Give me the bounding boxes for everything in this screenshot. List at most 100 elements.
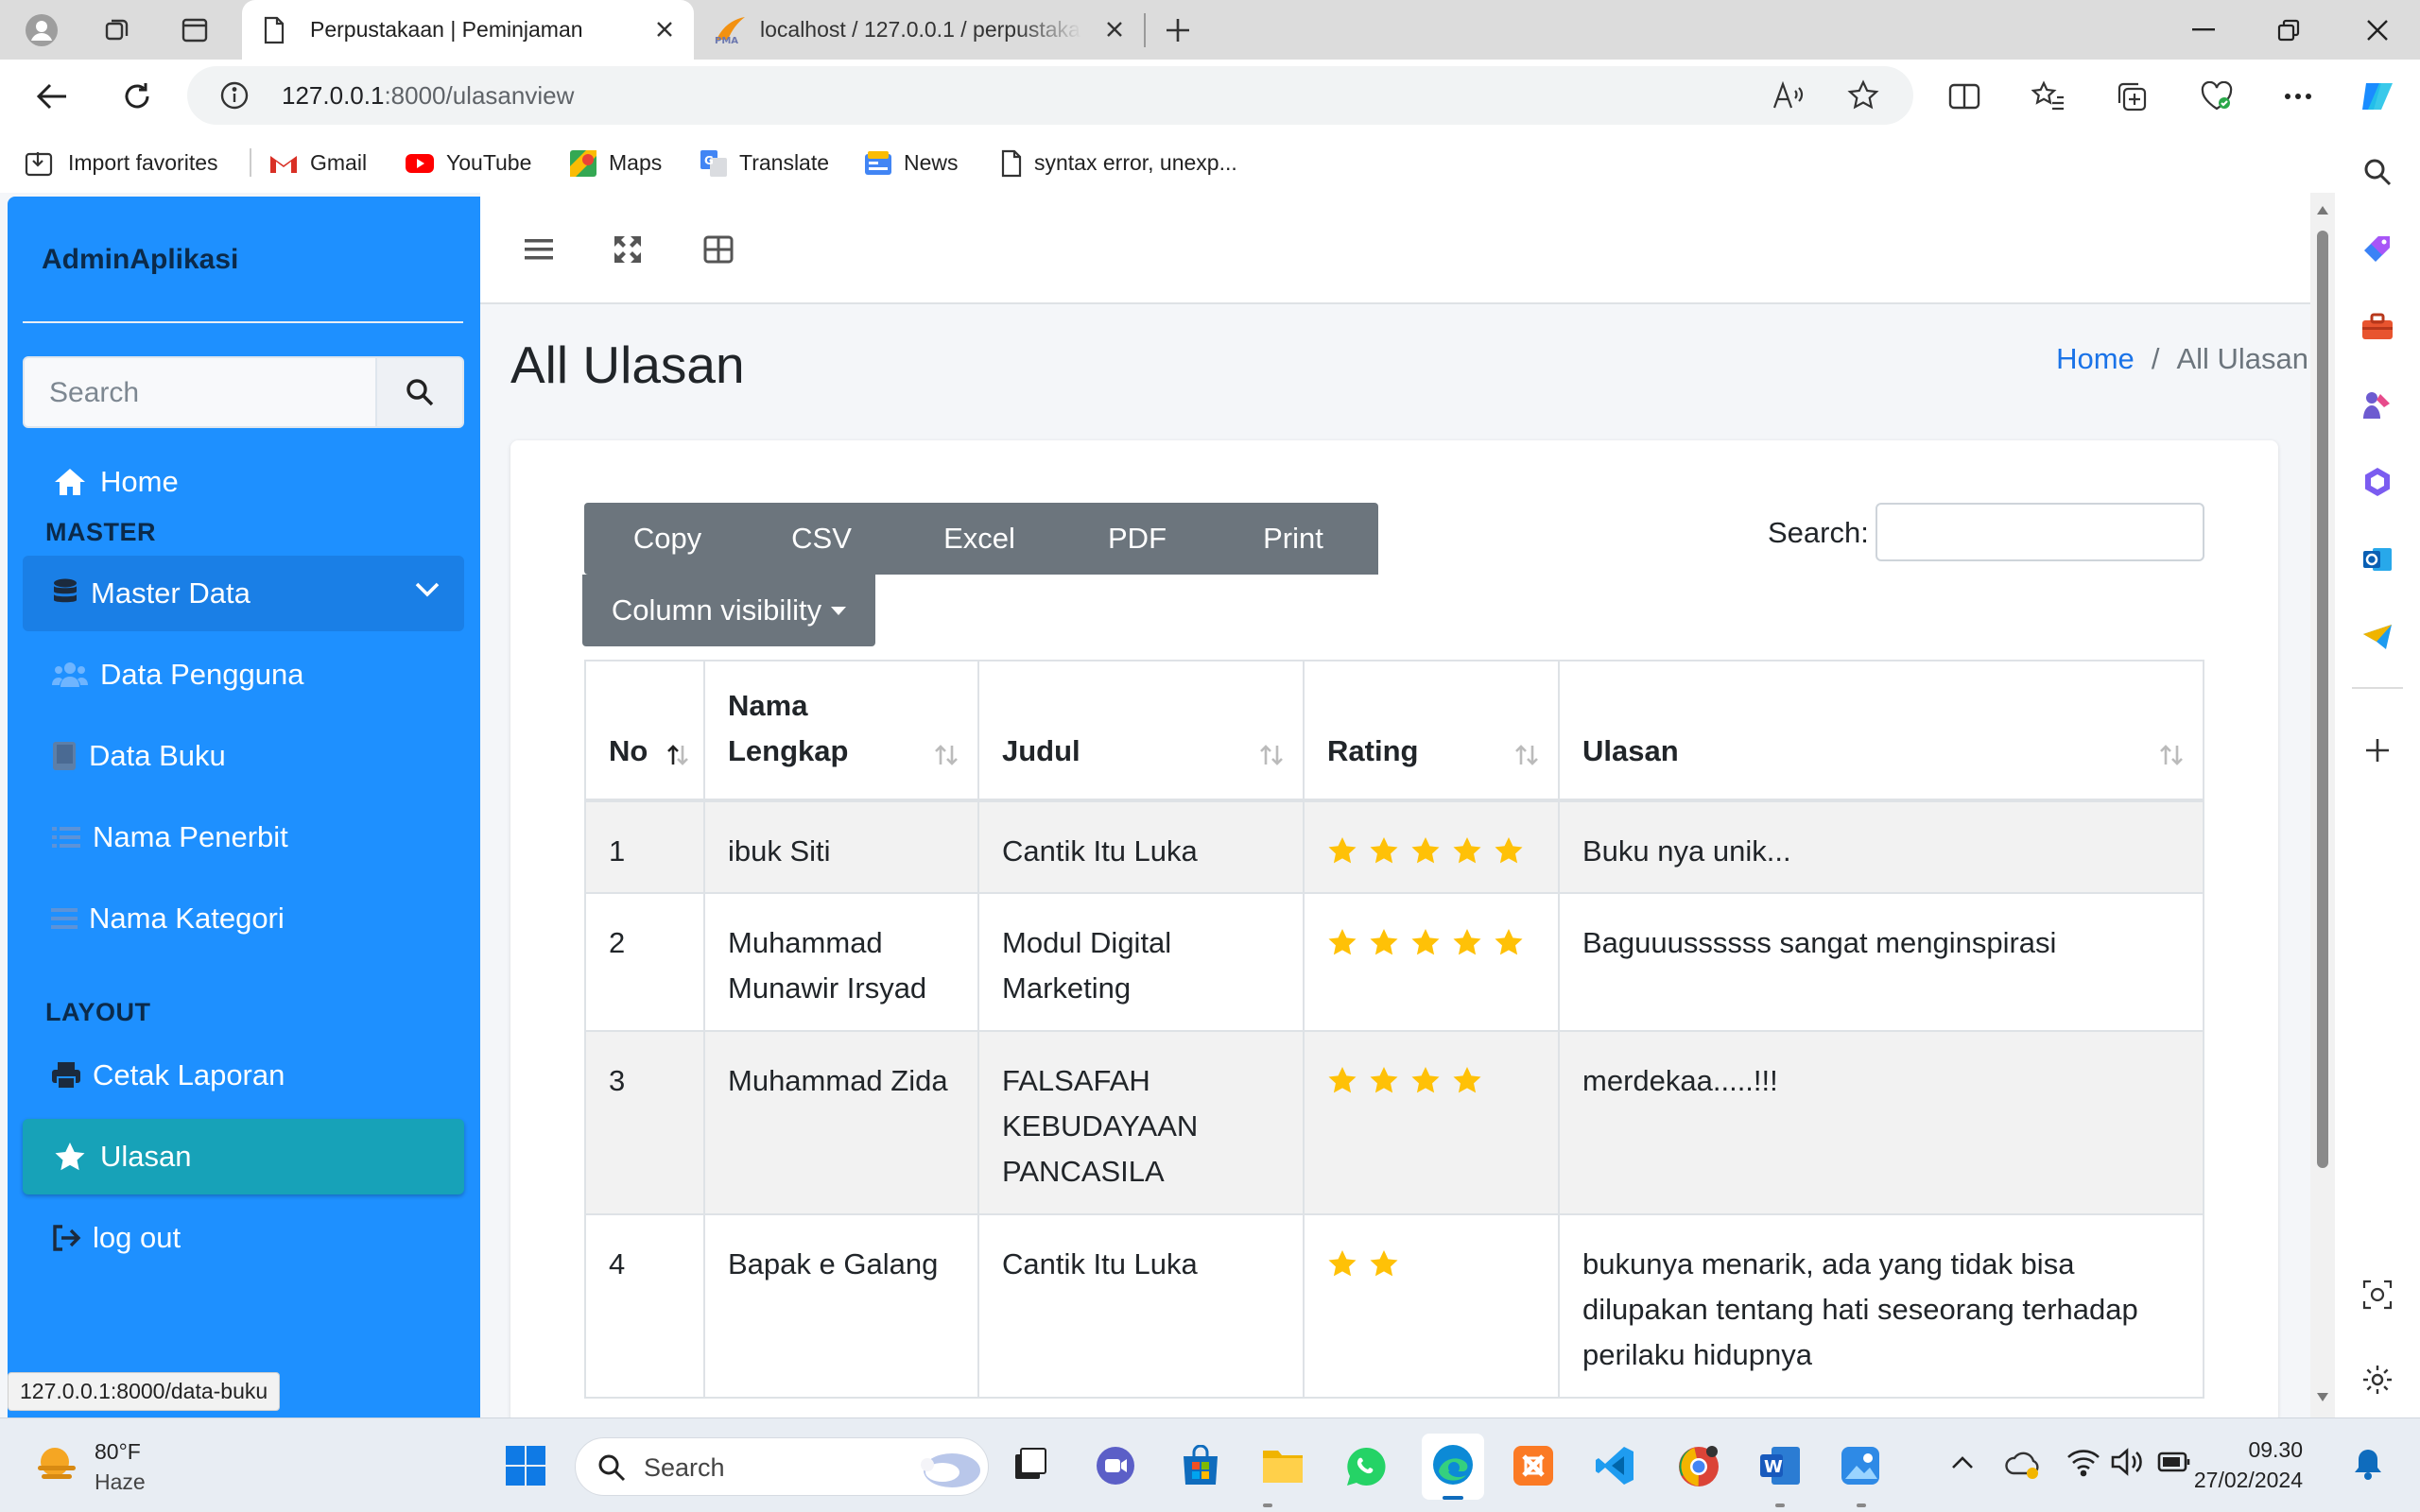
home-icon — [51, 465, 89, 499]
games-icon[interactable] — [2354, 381, 2401, 428]
close-window-icon[interactable] — [2335, 0, 2420, 60]
brand-link[interactable]: AdminAplikasi — [42, 244, 238, 276]
settings-gear-icon[interactable] — [2354, 1356, 2401, 1403]
sidebar-item-nama-kategori[interactable]: Nama Kategori — [23, 881, 464, 956]
fav-translate[interactable]: G Translate — [700, 133, 829, 193]
photos-icon[interactable] — [1840, 1445, 1881, 1486]
clock-time[interactable]: 09.30 — [2220, 1437, 2303, 1463]
sidebar-item-cetak-laporan[interactable]: Cetak Laporan — [23, 1038, 464, 1113]
minimize-icon[interactable] — [2161, 0, 2246, 60]
fav-gmail[interactable]: Gmail — [268, 133, 367, 193]
copilot-hex-icon[interactable] — [2354, 458, 2401, 506]
excel-button[interactable]: Excel — [892, 503, 1066, 575]
search-button[interactable] — [375, 358, 462, 426]
back-arrow-icon[interactable] — [26, 71, 78, 122]
col-header-nama-lengkap[interactable]: Nama Lengkap — [703, 660, 979, 802]
close-tab-icon[interactable] — [650, 15, 679, 43]
sidebar-item-ulasan[interactable]: Ulasan — [23, 1119, 464, 1194]
fav-import[interactable]: Import favorites — [25, 133, 218, 193]
collections-icon[interactable] — [2106, 71, 2157, 122]
screenshot-icon[interactable] — [2354, 1271, 2401, 1318]
scroll-down-arrow-icon[interactable] — [2317, 1393, 2328, 1401]
volume-icon[interactable] — [2110, 1447, 2144, 1477]
sidebar-item-data-pengguna[interactable]: Data Pengguna — [23, 637, 464, 713]
more-options-icon[interactable] — [2273, 71, 2324, 122]
cell-judul: Cantik Itu Luka — [977, 799, 1305, 894]
pdf-button[interactable]: PDF — [1066, 503, 1208, 575]
xampp-icon[interactable] — [1512, 1445, 1554, 1486]
microsoft-store-icon[interactable] — [1180, 1445, 1221, 1486]
notification-bell-icon[interactable] — [2352, 1447, 2384, 1481]
wifi-icon[interactable] — [2066, 1447, 2100, 1477]
edge-browser-icon — [1431, 1443, 1475, 1486]
sidebar-search-input[interactable]: Search — [23, 356, 464, 428]
split-screen-icon[interactable] — [1939, 71, 1990, 122]
print-button[interactable]: Print — [1208, 503, 1378, 575]
favorites-icon[interactable] — [2023, 71, 2074, 122]
running-indicator — [1263, 1503, 1272, 1507]
fav-maps[interactable]: Maps — [569, 133, 662, 193]
sidebar-item-logout[interactable]: log out — [23, 1200, 464, 1276]
chrome-icon[interactable] — [1677, 1445, 1720, 1488]
col-header-judul[interactable]: Judul — [977, 660, 1305, 802]
tab-perpustakaan[interactable]: Perpustakaan | Peminjaman — [242, 0, 694, 60]
site-info-icon[interactable] — [219, 80, 250, 111]
breadcrumb-home-link[interactable]: Home — [2056, 342, 2135, 376]
restore-icon[interactable] — [2246, 0, 2331, 60]
whatsapp-icon[interactable] — [1344, 1445, 1388, 1488]
rating-star-icon — [1328, 836, 1357, 864]
teams-chat-icon[interactable] — [1095, 1445, 1136, 1486]
copy-button[interactable]: Copy — [584, 503, 751, 575]
address-bar[interactable]: 127.0.0.1:8000/ulasanview — [187, 66, 1913, 125]
grid-icon[interactable] — [698, 229, 739, 270]
scroll-up-arrow-icon[interactable] — [2317, 206, 2328, 215]
document-icon — [263, 16, 285, 44]
hamburger-icon[interactable] — [518, 229, 560, 270]
sidebar-item-nama-penerbit[interactable]: Nama Penerbit — [23, 799, 464, 875]
fav-news[interactable]: News — [864, 133, 959, 193]
fav-syntax-error[interactable]: syntax error, unexp... — [1000, 133, 1237, 193]
sidebar-item-master-data[interactable]: Master Data — [23, 556, 464, 631]
weather-haze-icon[interactable] — [32, 1441, 81, 1488]
outlook-icon[interactable] — [2354, 536, 2401, 583]
table-search-input[interactable] — [1876, 503, 2204, 561]
csv-button[interactable]: CSV — [751, 503, 892, 575]
rating-star-icon — [1453, 928, 1481, 955]
sidebar-item-home[interactable]: Home — [23, 444, 464, 520]
close-tab-icon[interactable] — [1100, 15, 1129, 43]
workspaces-icon[interactable] — [95, 8, 140, 53]
column-visibility-button[interactable]: Column visibility — [582, 575, 875, 646]
col-header-rating[interactable]: Rating — [1303, 660, 1560, 802]
file-explorer-icon[interactable] — [1261, 1445, 1305, 1485]
windows-start-icon[interactable] — [505, 1445, 546, 1486]
profile-icon[interactable] — [19, 8, 64, 53]
search-icon[interactable] — [2354, 148, 2401, 196]
telegram-send-icon[interactable] — [2354, 613, 2401, 661]
tab-actions-icon[interactable] — [172, 8, 217, 53]
sidebar-item-data-buku[interactable]: Data Buku — [23, 718, 464, 794]
read-aloud-icon[interactable] — [1772, 79, 1806, 112]
fav-youtube[interactable]: YouTube — [405, 133, 531, 193]
new-tab-icon[interactable] — [1155, 8, 1201, 53]
clock-date[interactable]: 27/02/2024 — [2180, 1468, 2303, 1493]
word-icon[interactable]: W — [1758, 1445, 1802, 1486]
task-view-icon[interactable] — [1011, 1445, 1049, 1483]
vscode-icon[interactable] — [1594, 1445, 1635, 1486]
page-scrollbar[interactable] — [2310, 193, 2335, 1418]
browser-essentials-icon[interactable] — [2191, 71, 2242, 122]
col-header-no[interactable]: No — [584, 660, 705, 802]
scrollbar-thumb[interactable] — [2317, 231, 2328, 1168]
reload-icon[interactable] — [112, 71, 163, 122]
shopping-tag-icon[interactable] — [2354, 226, 2401, 273]
show-hidden-icons-chevron-up-icon[interactable] — [1951, 1454, 1974, 1469]
add-icon[interactable] — [2354, 727, 2401, 774]
fullscreen-icon[interactable] — [607, 229, 648, 270]
col-header-ulasan[interactable]: Ulasan — [1558, 660, 2204, 802]
onedrive-cloud-icon[interactable] — [2004, 1447, 2042, 1481]
favorite-star-icon[interactable] — [1847, 79, 1879, 112]
toolbox-icon[interactable] — [2354, 303, 2401, 351]
edge-taskbar-active[interactable] — [1422, 1434, 1484, 1500]
copilot-icon[interactable] — [2352, 71, 2403, 122]
tab-phpmyadmin[interactable]: PMA localhost / 127.0.0.1 / perpustaka — [700, 0, 1144, 60]
taskbar-search[interactable]: Search — [575, 1437, 989, 1496]
